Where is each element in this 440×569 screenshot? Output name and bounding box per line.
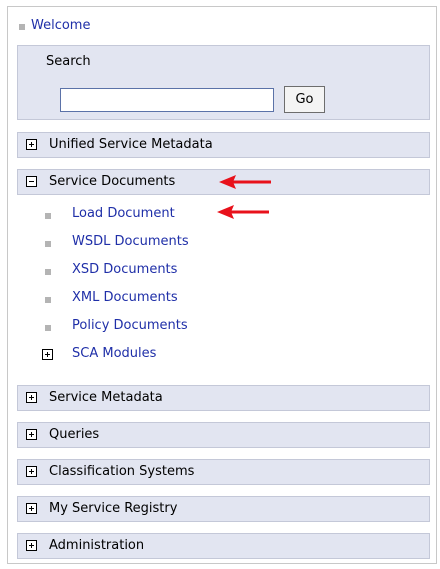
expand-icon[interactable]	[26, 429, 37, 440]
go-button[interactable]: Go	[284, 86, 325, 113]
wsdl-documents-link[interactable]: WSDL Documents	[72, 234, 189, 249]
bullet-icon	[45, 269, 51, 275]
xml-documents-link[interactable]: XML Documents	[72, 290, 178, 305]
expand-icon[interactable]	[26, 540, 37, 551]
bullet-icon	[45, 213, 51, 219]
expand-icon[interactable]	[26, 139, 37, 150]
sca-modules-link[interactable]: SCA Modules	[72, 346, 156, 361]
section-label: Unified Service Metadata	[49, 137, 213, 152]
section-my-service-registry[interactable]: My Service Registry	[17, 496, 430, 522]
bullet-icon	[45, 241, 51, 247]
expand-icon[interactable]	[26, 466, 37, 477]
bullet-icon	[19, 24, 25, 30]
collapse-icon[interactable]	[26, 176, 37, 187]
section-queries[interactable]: Queries	[17, 422, 430, 448]
red-arrow-icon	[219, 175, 271, 189]
section-label: Administration	[49, 538, 145, 553]
search-title: Search	[46, 54, 91, 69]
policy-documents-link[interactable]: Policy Documents	[72, 318, 188, 333]
expand-icon[interactable]	[42, 349, 53, 360]
section-label: Service Documents	[49, 174, 176, 189]
section-label: My Service Registry	[49, 501, 178, 516]
section-label: Classification Systems	[49, 464, 195, 479]
bullet-icon	[45, 297, 51, 303]
section-classification-systems[interactable]: Classification Systems	[17, 459, 430, 485]
bullet-icon	[45, 325, 51, 331]
expand-icon[interactable]	[26, 392, 37, 403]
section-label: Service Metadata	[49, 390, 163, 405]
xsd-documents-link[interactable]: XSD Documents	[72, 262, 177, 277]
section-administration[interactable]: Administration	[17, 533, 430, 559]
load-document-link[interactable]: Load Document	[72, 206, 175, 221]
expand-icon[interactable]	[26, 503, 37, 514]
section-service-metadata[interactable]: Service Metadata	[17, 385, 430, 411]
search-input[interactable]	[60, 88, 274, 112]
search-panel: Search Go	[17, 45, 430, 120]
red-arrow-icon	[217, 205, 269, 219]
section-label: Queries	[49, 427, 100, 442]
welcome-link[interactable]: Welcome	[31, 18, 90, 33]
section-unified-service-metadata[interactable]: Unified Service Metadata	[17, 132, 430, 158]
